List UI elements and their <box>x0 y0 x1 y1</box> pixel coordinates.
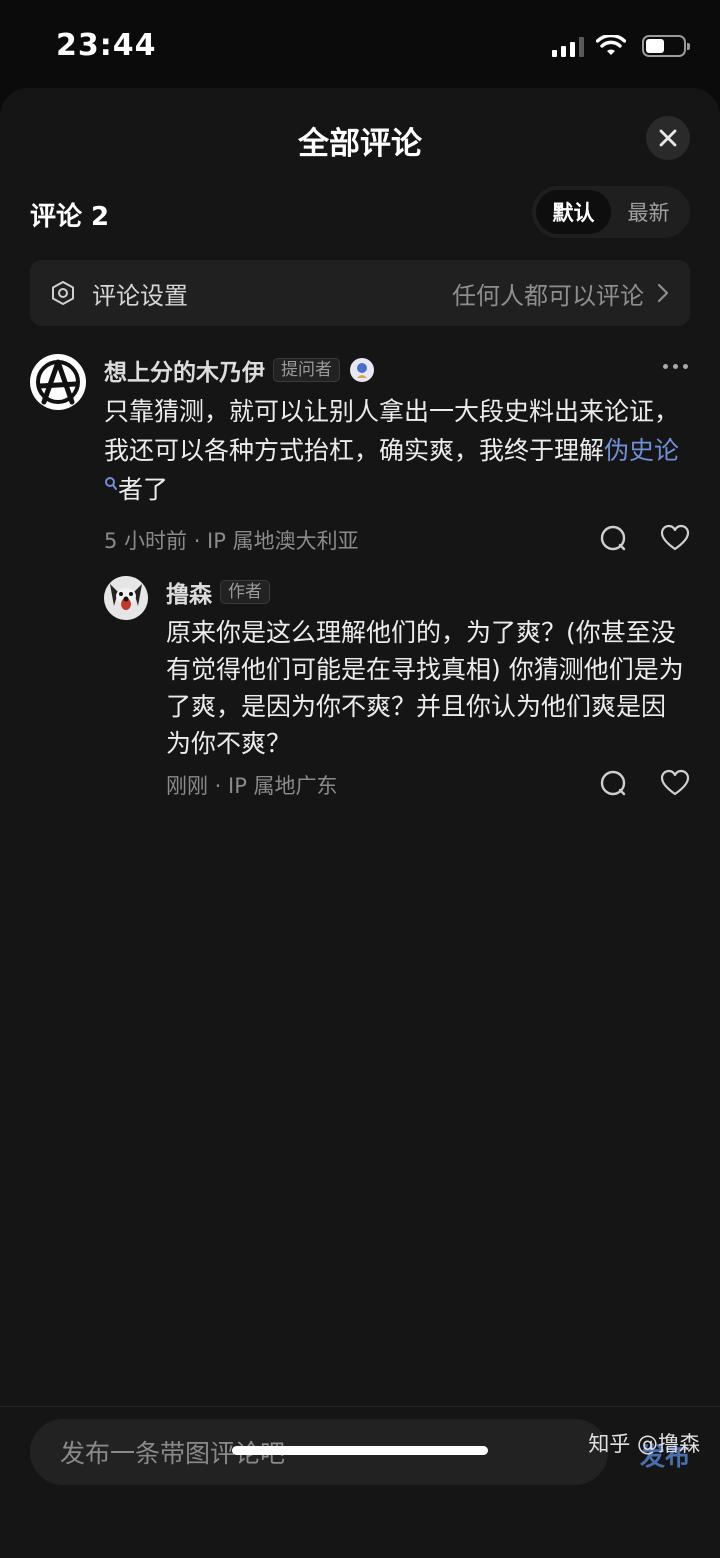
comment-author[interactable]: 撸森 <box>166 575 212 609</box>
settings-value: 任何人都可以评论 <box>452 281 644 310</box>
settings-label: 评论设置 <box>92 281 188 310</box>
medal-icon <box>350 358 374 382</box>
close-button[interactable] <box>646 116 690 160</box>
wifi-icon <box>596 35 626 55</box>
reply-icon[interactable] <box>598 768 628 798</box>
home-indicator[interactable] <box>232 1446 488 1455</box>
comment-author[interactable]: 想上分的木乃伊 <box>104 353 265 387</box>
sheet-title: 全部评论 <box>298 126 422 162</box>
watermark: 知乎 @撸森 <box>588 1432 700 1456</box>
anarchy-symbol-icon <box>36 359 80 405</box>
comment-count: 评论 2 <box>30 202 110 232</box>
battery-icon <box>642 35 690 57</box>
comment-text: 只靠猜测，就可以让别人拿出一大段史料出来论证，我还可以各种方式抬杠，确实爽，我终… <box>104 397 680 504</box>
status-bar: 23:44 <box>0 0 720 88</box>
cellular-signal-icon <box>552 35 584 57</box>
comment-text: 原来你是这么理解他们的，为了爽？(你甚至没有觉得他们可能是在寻找真相) 你猜测他… <box>166 618 684 758</box>
status-time: 23:44 <box>56 28 157 63</box>
comments-header: 评论 2 默认 最新 <box>30 186 690 240</box>
chevron-right-icon <box>657 283 669 303</box>
search-icon <box>105 477 117 490</box>
dog-face-icon <box>104 576 148 620</box>
sort-toggle: 默认 最新 <box>532 186 690 238</box>
settings-hexagon-icon <box>52 281 74 305</box>
avatar[interactable] <box>30 354 86 410</box>
comment-settings-row[interactable]: 评论设置 任何人都可以评论 <box>30 260 690 326</box>
comment-meta: 刚刚 · IP 属地广东 <box>166 774 338 798</box>
sort-latest-button[interactable]: 最新 <box>611 190 686 234</box>
comment-meta: 5 小时前 · IP 属地澳大利亚 <box>104 529 359 553</box>
more-options-icon[interactable] <box>663 364 688 369</box>
close-icon <box>659 129 677 147</box>
like-heart-icon[interactable] <box>660 768 690 798</box>
sort-default-button[interactable]: 默认 <box>536 190 611 234</box>
author-badge: 作者 <box>220 580 270 604</box>
comments-sheet: 全部评论 评论 2 默认 最新 评论设置 任何人都可以评论 想上分的木乃伊 提问… <box>0 88 720 1558</box>
reply-icon[interactable] <box>598 523 628 553</box>
asker-badge: 提问者 <box>273 358 340 382</box>
status-icons <box>552 32 690 60</box>
like-heart-icon[interactable] <box>660 523 690 553</box>
avatar[interactable] <box>104 576 148 620</box>
